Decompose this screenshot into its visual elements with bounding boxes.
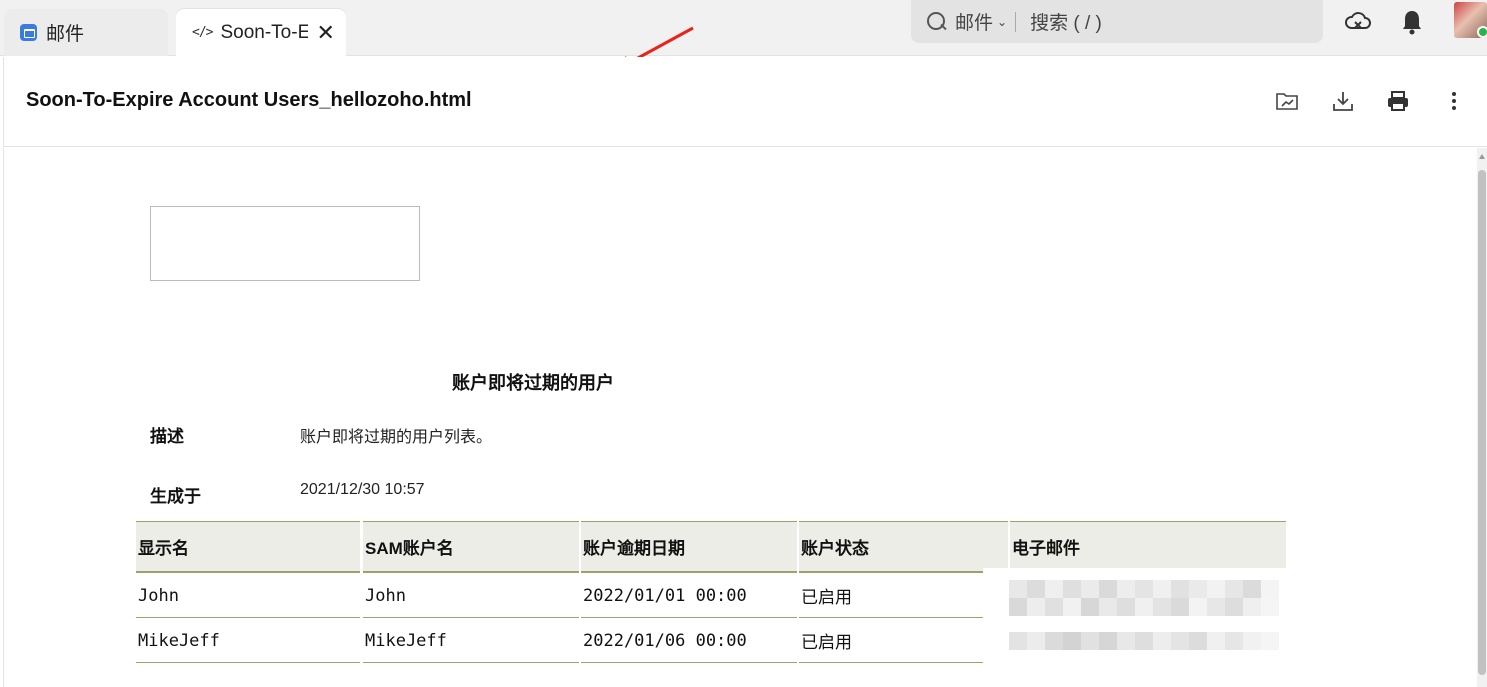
table-cell-display-name: MikeJeff bbox=[136, 619, 360, 663]
table-header-account-status: 账户状态 bbox=[799, 521, 1008, 573]
search-icon bbox=[927, 11, 947, 32]
table-cell-expiry-date: 2022/01/01 00:00 bbox=[581, 574, 797, 618]
more-options-icon[interactable] bbox=[1442, 89, 1466, 113]
bell-icon[interactable] bbox=[1400, 8, 1424, 36]
print-icon[interactable] bbox=[1386, 89, 1410, 113]
tab-file-label: Soon-To-E bbox=[220, 21, 309, 43]
report-logo-placeholder bbox=[150, 206, 420, 281]
redacted-email-area bbox=[983, 568, 1297, 668]
table-cell-display-name: John bbox=[136, 574, 360, 618]
file-header: Soon-To-Expire Account Users_hellozoho.h… bbox=[3, 57, 1487, 147]
table-header-sam-account: SAM账户名 bbox=[363, 521, 579, 573]
generated-value: 2021/12/30 10:57 bbox=[300, 481, 425, 498]
top-tab-bar: 邮件 </> Soon-To-E ✕ 邮件 ⌄ 搜索 ( / ) bbox=[0, 0, 1487, 56]
description-value: 账户即将过期的用户列表。 bbox=[300, 429, 493, 446]
code-icon: </> bbox=[192, 25, 214, 40]
table-cell-sam-account: MikeJeff bbox=[363, 619, 579, 663]
table-cell-expiry-date: 2022/01/06 00:00 bbox=[581, 619, 797, 663]
save-to-folder-icon[interactable] bbox=[1275, 89, 1299, 113]
close-icon[interactable]: ✕ bbox=[316, 21, 334, 44]
file-title: Soon-To-Expire Account Users_hellozoho.h… bbox=[26, 89, 472, 111]
search-separator bbox=[1015, 11, 1017, 32]
avatar[interactable] bbox=[1454, 2, 1487, 38]
report-title: 账户即将过期的用户 bbox=[452, 373, 614, 393]
mail-icon bbox=[20, 24, 37, 41]
description-label: 描述 bbox=[150, 427, 184, 446]
redaction-mosaic bbox=[983, 568, 1297, 668]
scroll-up-arrow-icon[interactable] bbox=[1479, 154, 1485, 159]
chevron-down-icon[interactable]: ⌄ bbox=[997, 15, 1007, 29]
table-cell-account-status: 已启用 bbox=[799, 619, 1008, 663]
table-cell-account-status: 已启用 bbox=[799, 574, 1008, 618]
table-header-display-name: 显示名 bbox=[136, 521, 360, 573]
search-input[interactable]: 搜索 ( / ) bbox=[1030, 8, 1102, 35]
download-icon[interactable] bbox=[1331, 89, 1355, 113]
tab-mail[interactable]: 邮件 bbox=[4, 9, 168, 56]
table-header-email: 电子邮件 bbox=[1010, 521, 1286, 573]
tab-mail-label: 邮件 bbox=[46, 24, 85, 45]
table-header-expiry-date: 账户逾期日期 bbox=[581, 521, 797, 573]
search-scope-dropdown[interactable]: 邮件 bbox=[955, 8, 993, 35]
online-status-dot bbox=[1477, 26, 1487, 38]
generated-label: 生成于 bbox=[150, 487, 201, 506]
search-bar[interactable]: 邮件 ⌄ 搜索 ( / ) bbox=[911, 0, 1323, 43]
cloud-sync-icon[interactable] bbox=[1344, 8, 1372, 36]
tab-file[interactable]: </> Soon-To-E ✕ bbox=[176, 9, 346, 56]
table-cell-sam-account: John bbox=[363, 574, 579, 618]
vertical-scrollbar[interactable] bbox=[1477, 148, 1487, 687]
scrollbar-thumb[interactable] bbox=[1478, 170, 1486, 675]
